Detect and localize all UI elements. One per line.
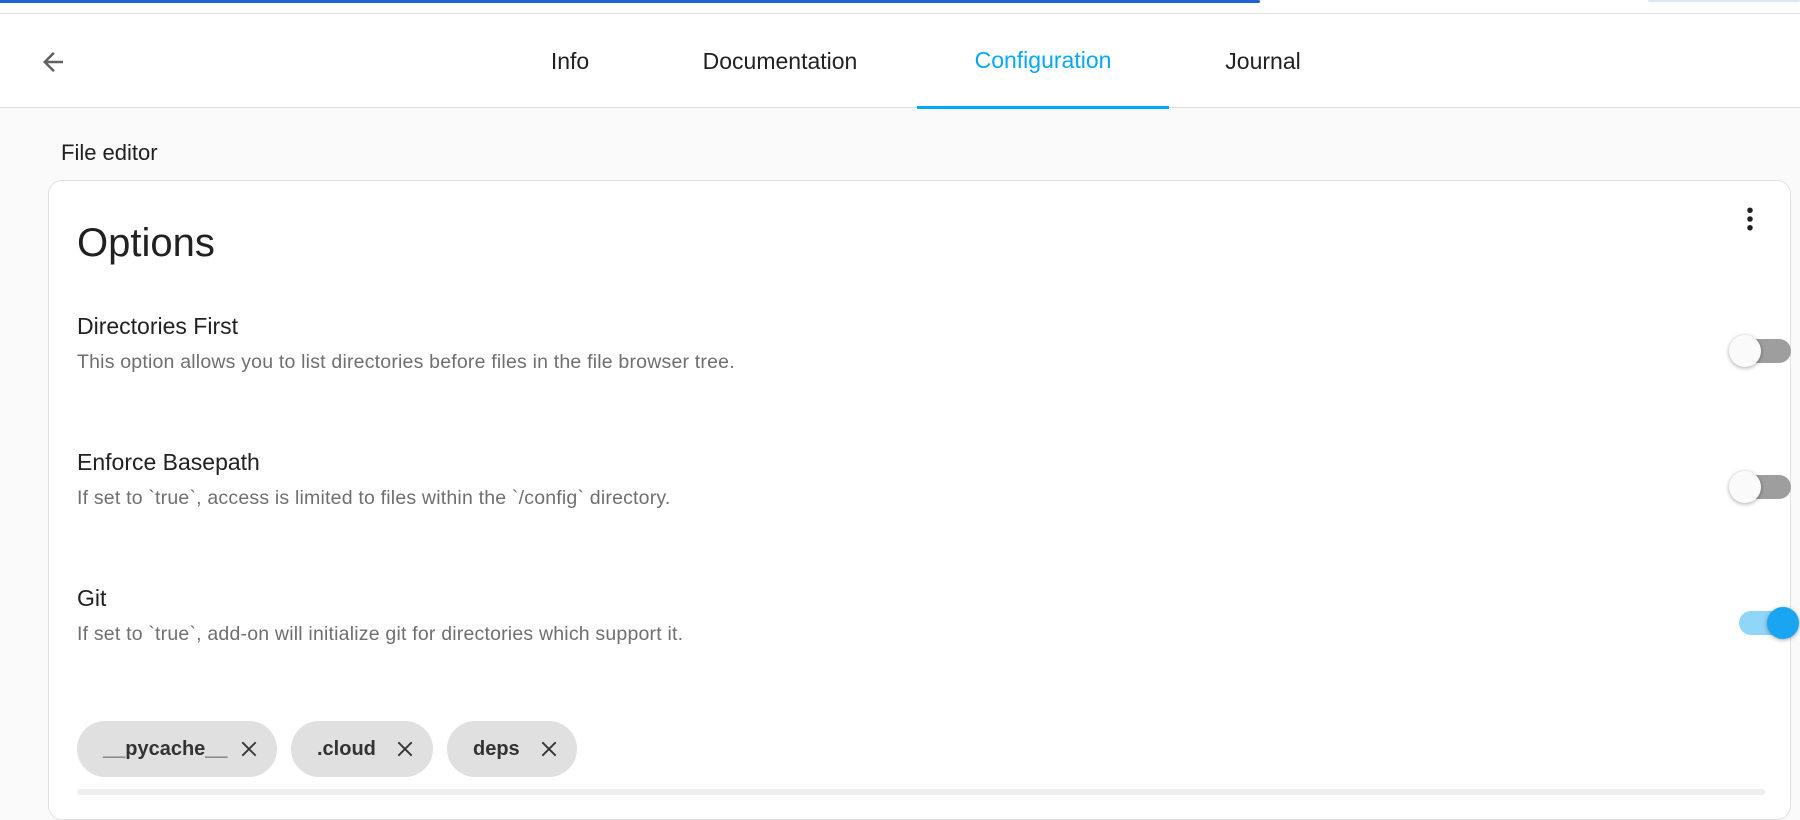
git-toggle[interactable] <box>1729 601 1799 641</box>
chip-input-field[interactable] <box>77 789 1765 795</box>
chip-deps[interactable]: deps <box>447 721 577 777</box>
option-name: Git <box>77 585 107 611</box>
close-icon[interactable] <box>539 739 559 759</box>
option-enforce-basepath: Enforce Basepath If set to `true`, acces… <box>77 449 1791 529</box>
tab-configuration[interactable]: Configuration <box>917 14 1169 109</box>
tab-journal[interactable]: Journal <box>1200 14 1326 108</box>
tab-label: Info <box>550 47 590 74</box>
app-bar: Info Documentation Configuration Journal <box>0 14 1800 109</box>
tab-documentation[interactable]: Documentation <box>680 14 880 108</box>
chip-cloud[interactable]: .cloud <box>291 721 433 777</box>
tab-label: Configuration <box>974 46 1112 73</box>
more-vertical-icon <box>1747 207 1753 231</box>
option-directories-first: Directories First This option allows you… <box>77 313 1791 393</box>
card-title: Options <box>77 221 215 265</box>
option-name: Enforce Basepath <box>77 449 260 475</box>
option-description: If set to `true`, add-on will initialize… <box>77 623 684 645</box>
overflow-menu-button[interactable] <box>1730 199 1770 239</box>
option-name: Directories First <box>77 313 239 339</box>
tab-info[interactable]: Info <box>520 14 620 108</box>
option-description: If set to `true`, access is limited to f… <box>77 487 671 509</box>
enforce-basepath-toggle[interactable] <box>1729 465 1793 505</box>
toggle-knob <box>1729 471 1761 503</box>
tab-bar: Info Documentation Configuration Journal <box>0 14 1800 109</box>
close-icon[interactable] <box>239 739 259 759</box>
tab-label: Documentation <box>702 47 858 74</box>
top-strip-element <box>1648 0 1800 2</box>
options-card: Options Directories First This option al… <box>48 180 1799 820</box>
addon-name-heading: File editor <box>61 140 158 165</box>
option-description: This option allows you to list directori… <box>77 351 735 373</box>
chip-label: __pycache__ <box>103 737 228 760</box>
top-strip <box>0 0 1800 14</box>
chip-pycache[interactable]: __pycache__ <box>77 721 277 777</box>
chip-label: .cloud <box>317 737 376 760</box>
directories-first-toggle[interactable] <box>1729 329 1793 369</box>
active-tab-indicator <box>917 106 1169 109</box>
close-icon[interactable] <box>395 739 415 759</box>
tab-label: Journal <box>1225 47 1301 74</box>
loading-progress-bar <box>0 0 1260 3</box>
option-git: Git If set to `true`, add-on will initia… <box>77 585 1799 665</box>
toggle-knob <box>1729 335 1761 367</box>
chip-label: deps <box>473 737 520 760</box>
toggle-knob <box>1767 607 1799 639</box>
